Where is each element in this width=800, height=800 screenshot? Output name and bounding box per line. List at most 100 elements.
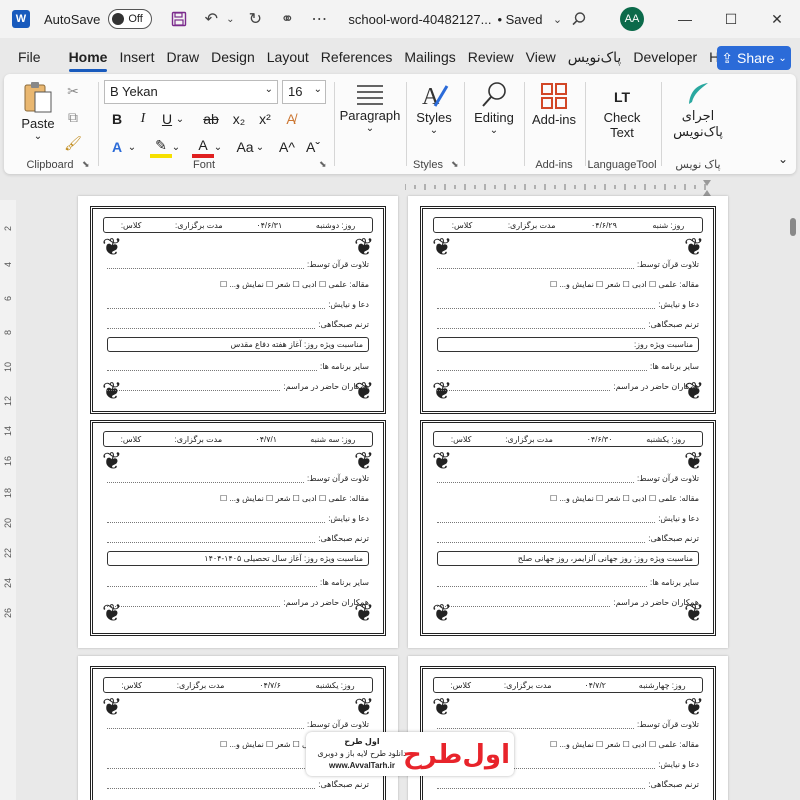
- paragraph-button[interactable]: Paragraph ⌄: [338, 82, 402, 134]
- document-page[interactable]: ❦ ❦ ❦ ❦ روز: شنبه ۰۴/۶/۲۹ مدت برگزاری: ک…: [408, 196, 728, 648]
- check-text-button[interactable]: LT Check Text: [590, 84, 654, 140]
- other-programs-line[interactable]: سایر برنامه ها:: [107, 573, 369, 587]
- bold-icon[interactable]: B: [106, 108, 128, 130]
- tab-draw[interactable]: Draw: [160, 42, 205, 72]
- quran-line[interactable]: تلاوت قرآن توسط:: [107, 255, 369, 269]
- autosave-toggle[interactable]: Off: [108, 9, 153, 29]
- ruler-number: 24: [3, 578, 13, 589]
- anthem-line[interactable]: ترنم صبحگاهی:: [437, 315, 699, 329]
- highlight-icon[interactable]: ✎: [150, 136, 172, 158]
- occasion-box[interactable]: مناسبت ویژه روز:: [437, 337, 699, 352]
- redo-icon[interactable]: ↻: [242, 6, 268, 32]
- share-button[interactable]: ⇪ Share ⌄: [717, 46, 791, 70]
- font-color-icon[interactable]: A: [192, 136, 214, 158]
- article-line[interactable]: مقاله: علمی ☐ ادبی ☐ شعر ☐ نمایش و... ☐: [437, 489, 699, 503]
- prayer-line[interactable]: دعا و نیایش:: [437, 509, 699, 523]
- other-programs-line[interactable]: سایر برنامه ها:: [437, 573, 699, 587]
- tab-insert[interactable]: Insert: [113, 42, 160, 72]
- tab-mailings[interactable]: Mailings: [398, 42, 461, 72]
- grow-font-icon[interactable]: A^: [276, 136, 298, 158]
- tab-developer[interactable]: Developer: [627, 42, 703, 72]
- article-line[interactable]: مقاله: علمی ☐ ادبی ☐ شعر ☐ نمایش و... ☐: [107, 489, 369, 503]
- tab-home[interactable]: Home: [63, 42, 114, 72]
- tab-view[interactable]: View: [520, 42, 562, 72]
- text-effects-icon[interactable]: A: [106, 136, 128, 158]
- italic-icon[interactable]: I: [132, 108, 154, 130]
- chevron-down-icon[interactable]: ⌄: [212, 136, 224, 158]
- tab-layout[interactable]: Layout: [261, 42, 315, 72]
- prayer-line[interactable]: دعا و نیایش:: [107, 509, 369, 523]
- quran-line[interactable]: تلاوت قرآن توسط:: [107, 469, 369, 483]
- duration-label: مدت برگزاری:: [503, 680, 552, 690]
- occasion-box[interactable]: مناسبت ویژه روز: آغاز سال تحصیلی ۱۴۰۵-۱۴…: [107, 551, 369, 566]
- strikethrough-icon[interactable]: ab: [200, 108, 222, 130]
- chevron-down-icon[interactable]: ⌄: [126, 136, 138, 158]
- colleagues-line[interactable]: همکاران حاضر در مراسم:: [107, 377, 369, 391]
- article-line[interactable]: مقاله: علمی ☐ ادبی ☐ شعر ☐ نمایش و... ☐: [437, 275, 699, 289]
- dialog-launcher-icon[interactable]: ⬊: [319, 159, 327, 170]
- addins-button[interactable]: Add-ins: [526, 82, 582, 127]
- clear-formatting-icon[interactable]: A̸: [280, 108, 302, 130]
- search-icon[interactable]: [566, 6, 592, 32]
- undo-dropdown-icon[interactable]: ⌄: [224, 6, 236, 32]
- font-family-select[interactable]: B Yekan ⌄: [104, 80, 278, 104]
- superscript-icon[interactable]: x²: [254, 108, 276, 130]
- maximize-button[interactable]: ☐: [708, 0, 754, 38]
- tab-review[interactable]: Review: [462, 42, 520, 72]
- link-icon[interactable]: ⚭: [274, 6, 300, 32]
- colleagues-line[interactable]: همکاران حاضر در مراسم:: [107, 593, 369, 607]
- tab-paknevis[interactable]: پاک‌نویس: [562, 42, 628, 72]
- close-button[interactable]: ✕: [754, 0, 800, 38]
- anthem-line[interactable]: ترنم صبحگاهی:: [437, 529, 699, 543]
- tab-references[interactable]: References: [315, 42, 399, 72]
- dialog-launcher-icon[interactable]: ⬊: [451, 159, 459, 170]
- document-page[interactable]: ❦ ❦ روز: چهارشنبه ۰۴/۷/۲ مدت برگزاری: کل…: [408, 656, 728, 800]
- anthem-line[interactable]: ترنم صبحگاهی:: [437, 775, 699, 789]
- undo-icon[interactable]: ↶: [198, 6, 224, 32]
- colleagues-line[interactable]: همکاران حاضر در مراسم:: [437, 377, 699, 391]
- chevron-down-icon: ⌄: [313, 84, 322, 95]
- other-programs-line[interactable]: سایر برنامه ها:: [107, 357, 369, 371]
- chevron-down-icon[interactable]: ⌄: [170, 136, 182, 158]
- collapse-ribbon-icon[interactable]: ⌄: [772, 148, 794, 170]
- saved-status[interactable]: • Saved: [497, 12, 542, 27]
- editing-button[interactable]: Editing ⌄: [468, 80, 520, 136]
- tab-design[interactable]: Design: [205, 42, 261, 72]
- vertical-ruler[interactable]: 2 4 6 8 10 12 14 16 18 20 22 24 26: [0, 200, 16, 800]
- more-commands-icon[interactable]: ⋯: [306, 6, 332, 32]
- horizontal-ruler[interactable]: [404, 180, 715, 196]
- prayer-line[interactable]: دعا و نیایش:: [437, 295, 699, 309]
- chevron-down-icon[interactable]: ⌄: [254, 136, 266, 158]
- subscript-icon[interactable]: x₂: [228, 108, 250, 130]
- quran-line[interactable]: تلاوت قرآن توسط:: [437, 715, 699, 729]
- document-page[interactable]: ❦ ❦ ❦ ❦ روز: دوشنبه ۰۴/۶/۳۱ مدت برگزاری:…: [78, 196, 398, 648]
- occasion-box[interactable]: مناسبت ویژه روز: روز جهانی آلزایمر، روز …: [437, 551, 699, 566]
- anthem-line[interactable]: ترنم صبحگاهی:: [107, 529, 369, 543]
- shrink-font-icon[interactable]: Aˇ: [302, 136, 324, 158]
- document-page[interactable]: ❦ ❦ روز: یکشنبه ۰۴/۷/۶ مدت برگزاری: کلاس…: [78, 656, 398, 800]
- addins-icon: [541, 83, 567, 109]
- colleagues-line[interactable]: همکاران حاضر در مراسم:: [437, 593, 699, 607]
- minimize-button[interactable]: —: [662, 0, 708, 38]
- chevron-down-icon[interactable]: ⌄: [174, 108, 186, 130]
- quran-line[interactable]: تلاوت قرآن توسط:: [107, 715, 369, 729]
- quran-line[interactable]: تلاوت قرآن توسط:: [437, 469, 699, 483]
- day-label: روز:: [341, 220, 356, 230]
- prayer-line[interactable]: دعا و نیایش:: [107, 295, 369, 309]
- tab-file[interactable]: File: [12, 42, 47, 72]
- document-title[interactable]: school-word-40482127...: [348, 12, 491, 27]
- quran-line[interactable]: تلاوت قرآن توسط:: [437, 255, 699, 269]
- styles-button[interactable]: A Styles ⌄: [412, 80, 456, 136]
- other-programs-line[interactable]: سایر برنامه ها:: [437, 357, 699, 371]
- paknevis-button[interactable]: اجرای پاک‌نویس: [666, 80, 730, 140]
- occasion-box[interactable]: مناسبت ویژه روز: آغاز هفته دفاع مقدس: [107, 337, 369, 352]
- font-size-select[interactable]: 16 ⌄: [282, 80, 326, 104]
- save-icon[interactable]: [166, 6, 192, 32]
- avatar[interactable]: AA: [620, 7, 644, 31]
- ruler-number: 14: [3, 426, 13, 437]
- anthem-line[interactable]: ترنم صبحگاهی:: [107, 315, 369, 329]
- anthem-line[interactable]: ترنم صبحگاهی:: [107, 775, 369, 789]
- article-line[interactable]: مقاله: علمی ☐ ادبی ☐ شعر ☐ نمایش و... ☐: [107, 275, 369, 289]
- change-case-icon[interactable]: Aa: [234, 136, 256, 158]
- vertical-scrollbar[interactable]: [790, 218, 796, 236]
